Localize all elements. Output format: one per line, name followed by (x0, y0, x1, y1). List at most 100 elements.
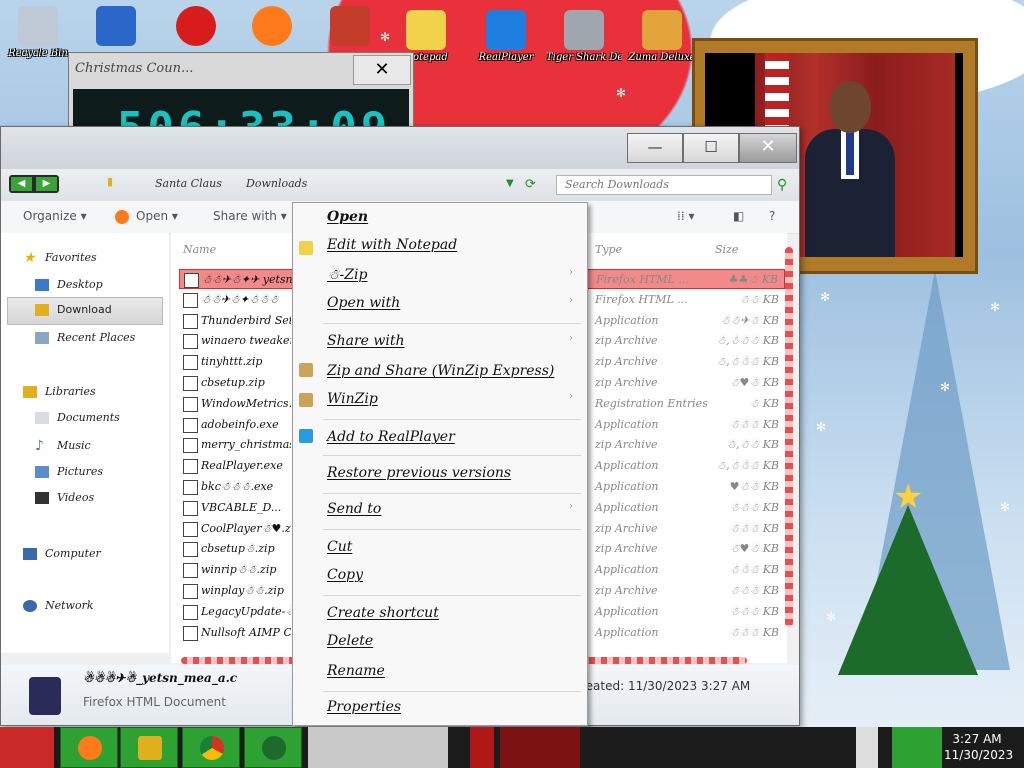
close-button[interactable]: ✕ (739, 133, 797, 163)
file-name: LegacyUpdate-☃♥ (201, 604, 291, 618)
tray-clock[interactable]: 3:27 AM 11/30/2023 (944, 731, 1013, 763)
taskbar-explorer[interactable] (120, 727, 178, 768)
desktop-icon-tiger-shark[interactable]: Tiger Shark Deluxe (546, 10, 622, 63)
organize-button[interactable]: Organize ▾ (23, 209, 87, 223)
context-menu-item[interactable]: Edit with Notepad (327, 237, 457, 253)
taskbar-firefox[interactable] (60, 727, 118, 768)
context-menu-item[interactable]: Send to › (327, 501, 573, 517)
desktop-icon-recycle-bin[interactable]: Recycle Bin (0, 6, 76, 59)
desktop-icon-zuma[interactable]: Zuma Deluxe (624, 10, 700, 63)
file-size: ☃☃☃ KB (729, 521, 779, 535)
vertical-scrollbar[interactable] (785, 247, 793, 627)
nav-computer[interactable]: Computer (23, 547, 101, 560)
file-icon (184, 273, 199, 288)
winzip-icon (299, 393, 313, 407)
nav-recent-places[interactable]: Recent Places (35, 331, 135, 344)
file-type: zip Archive (595, 376, 658, 389)
file-type: Registration Entries (595, 396, 708, 410)
desktop-icon-2[interactable] (78, 6, 154, 48)
context-menu-item[interactable]: Properties (327, 699, 401, 715)
tray-network-volume[interactable] (892, 727, 942, 768)
back-button[interactable]: ◀ (11, 177, 32, 191)
file-size: ☃,☃☃☃ KB (716, 355, 779, 369)
context-menu-item[interactable]: Cut (327, 539, 352, 555)
file-size: ☃,☃☃ KB (726, 438, 779, 452)
column-header-name[interactable]: Name (183, 243, 216, 256)
open-button[interactable]: Open ▾ (136, 209, 178, 223)
column-header-type[interactable]: Type (595, 243, 622, 256)
photo-person (805, 81, 895, 257)
context-menu-item[interactable]: ☃-Zip › (327, 267, 573, 283)
nav-libraries[interactable]: Libraries (23, 385, 96, 398)
nav-pictures[interactable]: Pictures (35, 465, 103, 478)
start-button[interactable] (0, 727, 54, 768)
context-menu-item[interactable]: Zip and Share (WinZip Express) (327, 363, 554, 379)
nav-network[interactable]: Network (23, 599, 94, 612)
nav-desktop[interactable]: Desktop (35, 278, 103, 291)
nav-favorites[interactable]: ★ Favorites (23, 251, 97, 265)
context-menu-item[interactable]: Rename (327, 663, 385, 679)
gadget-close-button[interactable]: ✕ (353, 55, 411, 85)
search-input[interactable] (556, 175, 772, 195)
breadcrumb-santa-claus[interactable]: Santa Claus (155, 177, 222, 190)
context-menu-item[interactable]: Share with › (327, 333, 573, 349)
context-menu-item[interactable]: Create shortcut (327, 605, 439, 621)
forward-button[interactable]: ▶ (36, 177, 57, 191)
menu-item-label: ☃-Zip (327, 267, 368, 283)
context-menu-item[interactable]: Restore previous versions (327, 465, 511, 481)
desktop-icon-realplayer[interactable]: RealPlayer (468, 10, 544, 63)
submenu-arrow-icon: › (569, 267, 573, 278)
christmas-countdown-gadget[interactable]: Christmas Coun... ✕ 506:33:09 (68, 52, 414, 134)
file-size: ☃,☃☃☃ KB (716, 334, 779, 348)
context-menu-item[interactable]: Add to RealPlayer (327, 429, 455, 445)
desktop-icon-label: Tiger Shark Deluxe (546, 52, 622, 63)
download-folder-icon (35, 303, 49, 316)
nav-documents[interactable]: Documents (35, 411, 120, 424)
file-icon (183, 438, 198, 454)
context-menu-item[interactable]: Copy (327, 567, 363, 583)
context-menu-item[interactable]: Delete (327, 633, 373, 649)
file-name: cbsetup.zip (201, 376, 265, 389)
file-size: ☃☃☃ KB (729, 625, 779, 639)
context-menu[interactable]: Open Edit with Notepad ☃-Zip › Open with › Sha… (292, 202, 588, 726)
breadcrumb-downloads[interactable]: Downloads (246, 177, 307, 190)
desktop-icon-red-creature[interactable] (158, 6, 234, 48)
file-type: Application (595, 500, 659, 514)
desktop-icon-gate[interactable] (312, 6, 388, 48)
desktop-icon-label: RealPlayer (478, 52, 534, 63)
window-caption[interactable]: — ☐ ✕ (1, 127, 799, 169)
taskbar-christmas-tree[interactable] (244, 727, 302, 768)
share-with-button[interactable]: Share with ▾ (213, 209, 287, 223)
view-options-icon[interactable]: ⁞⁞ ▾ (677, 209, 694, 223)
search-icon[interactable]: ⚲ (777, 177, 787, 193)
menu-item-label: Rename (327, 663, 385, 679)
minimize-button[interactable]: — (627, 133, 683, 163)
tray-icon[interactable] (856, 727, 878, 768)
file-icon (183, 521, 198, 537)
menu-item-label: Open (327, 209, 369, 225)
file-name: bkc☃☃☃.exe (201, 480, 274, 493)
nav-download[interactable]: Download (35, 303, 112, 316)
address-dropdown-icon[interactable]: ▼ (506, 178, 514, 189)
context-menu-item[interactable]: WinZip › (327, 391, 573, 407)
file-icon (183, 396, 198, 412)
taskbar-chrome[interactable] (182, 727, 240, 768)
nav-music[interactable]: ♪ Music (35, 439, 91, 453)
desktop-icon-label: Recycle Bin (8, 48, 68, 59)
help-icon[interactable]: ? (769, 209, 775, 223)
nav-videos[interactable]: Videos (35, 491, 94, 504)
maximize-button[interactable]: ☐ (683, 133, 739, 163)
file-type: zip Archive (595, 521, 658, 535)
column-header-size[interactable]: Size (715, 243, 738, 256)
desktop-icon-firefox[interactable] (234, 6, 310, 48)
context-menu-item[interactable]: Open with › (327, 295, 573, 311)
file-icon (183, 334, 198, 350)
taskbar: 3:27 AM 11/30/2023 (0, 727, 1024, 768)
realplayer-icon (299, 429, 313, 443)
menu-separator (323, 595, 581, 596)
file-size: ♥☃☃ KB (729, 480, 779, 493)
refresh-icon[interactable]: ⟳ (525, 177, 536, 192)
recent-places-icon (35, 331, 49, 344)
context-menu-item[interactable]: Open (327, 209, 368, 225)
preview-pane-icon[interactable]: ◧ (733, 209, 744, 223)
